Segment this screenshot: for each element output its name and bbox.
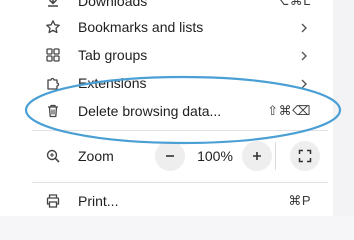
menu-item-shortcut: ⌘P bbox=[288, 193, 311, 208]
menu-item-label: Bookmarks and lists bbox=[78, 19, 204, 35]
fullscreen-button[interactable] bbox=[290, 141, 320, 171]
menu-item-label: Extensions bbox=[78, 75, 147, 91]
menu-item-label: Delete browsing data... bbox=[78, 103, 222, 119]
menu-item-extensions[interactable]: Extensions bbox=[0, 69, 333, 97]
menu-item-zoom: Zoom 100% bbox=[0, 141, 333, 171]
menu-item-tab-groups[interactable]: Tab groups bbox=[0, 41, 333, 69]
chevron-right-icon bbox=[298, 77, 310, 89]
zoom-label: Zoom bbox=[78, 148, 114, 164]
puzzle-icon bbox=[44, 74, 62, 92]
menu-item-label: Downloads bbox=[78, 0, 148, 9]
menu-item-shortcut: ⇧⌘⌫ bbox=[267, 103, 311, 118]
trash-icon bbox=[44, 102, 62, 120]
menu-item-delete-browsing-data[interactable]: Delete browsing data... ⇧⌘⌫ bbox=[0, 97, 333, 125]
menu-item-bookmarks-and-lists[interactable]: Bookmarks and lists bbox=[0, 13, 333, 41]
chevron-right-icon bbox=[298, 21, 310, 33]
zoom-icon bbox=[44, 147, 62, 165]
zoom-value: 100% bbox=[197, 148, 233, 164]
window-edge bbox=[333, 0, 354, 216]
menu-item-label: Print... bbox=[78, 193, 119, 209]
menu-divider bbox=[32, 182, 328, 183]
printer-icon bbox=[44, 192, 62, 210]
zoom-out-button[interactable] bbox=[155, 141, 185, 171]
menu-item-shortcut: ⌥⌘L bbox=[274, 0, 311, 8]
zoom-separator bbox=[275, 142, 276, 170]
menu-item-print[interactable]: Print... ⌘P bbox=[0, 187, 333, 215]
zoom-in-button[interactable] bbox=[242, 141, 272, 171]
browser-main-menu: Downloads ⌥⌘L Bookmarks and lists Tab gr… bbox=[0, 0, 333, 216]
chevron-right-icon bbox=[298, 49, 310, 61]
tab-groups-icon bbox=[44, 46, 62, 64]
download-icon bbox=[44, 0, 62, 10]
menu-divider bbox=[32, 130, 328, 131]
star-icon bbox=[44, 18, 62, 36]
menu-item-label: Tab groups bbox=[78, 47, 148, 63]
fullscreen-icon bbox=[298, 149, 312, 163]
